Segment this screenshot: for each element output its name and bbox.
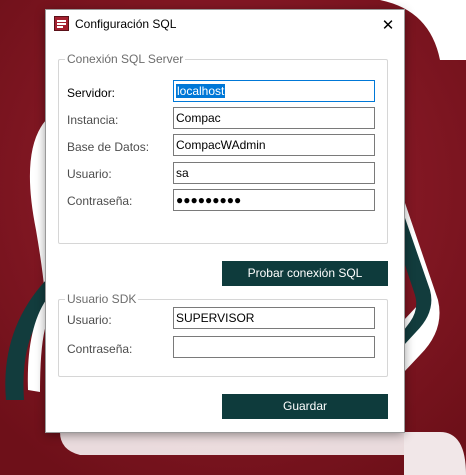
contrasena-sql-label: Contraseña:: [67, 194, 133, 208]
base-de-datos-label: Base de Datos:: [67, 140, 150, 154]
title-bar: Configuración SQL ✕: [46, 10, 404, 40]
instancia-input[interactable]: Compac: [173, 107, 375, 129]
usuario-sdk-input[interactable]: SUPERVISOR: [173, 307, 375, 329]
database-config-icon: [54, 16, 69, 31]
usuario-sdk-label: Usuario:: [67, 313, 112, 327]
instancia-label: Instancia:: [67, 113, 119, 127]
window-title: Configuración SQL: [75, 17, 177, 31]
base-de-datos-input[interactable]: CompacWAdmin: [173, 134, 375, 156]
sql-config-dialog: Configuración SQL ✕ Conexión SQL Server …: [46, 10, 404, 432]
servidor-value: localhost: [176, 84, 226, 98]
contrasena-sdk-label: Contraseña:: [67, 342, 133, 356]
servidor-input[interactable]: localhost: [173, 80, 375, 102]
sql-server-group-title: Conexión SQL Server: [65, 52, 186, 66]
sdk-group-title: Usuario SDK: [65, 292, 139, 306]
probar-conexion-button[interactable]: Probar conexión SQL: [222, 261, 388, 286]
guardar-button[interactable]: Guardar: [222, 394, 388, 419]
servidor-label: Servidor:: [67, 86, 116, 100]
contrasena-sdk-input[interactable]: [173, 336, 375, 358]
contrasena-sql-input[interactable]: ●●●●●●●●●: [173, 189, 375, 211]
close-button[interactable]: ✕: [378, 15, 398, 35]
contrasena-sql-mask: ●●●●●●●●●: [176, 193, 242, 207]
usuario-sql-label: Usuario:: [67, 167, 112, 181]
usuario-sql-input[interactable]: sa: [173, 162, 375, 184]
